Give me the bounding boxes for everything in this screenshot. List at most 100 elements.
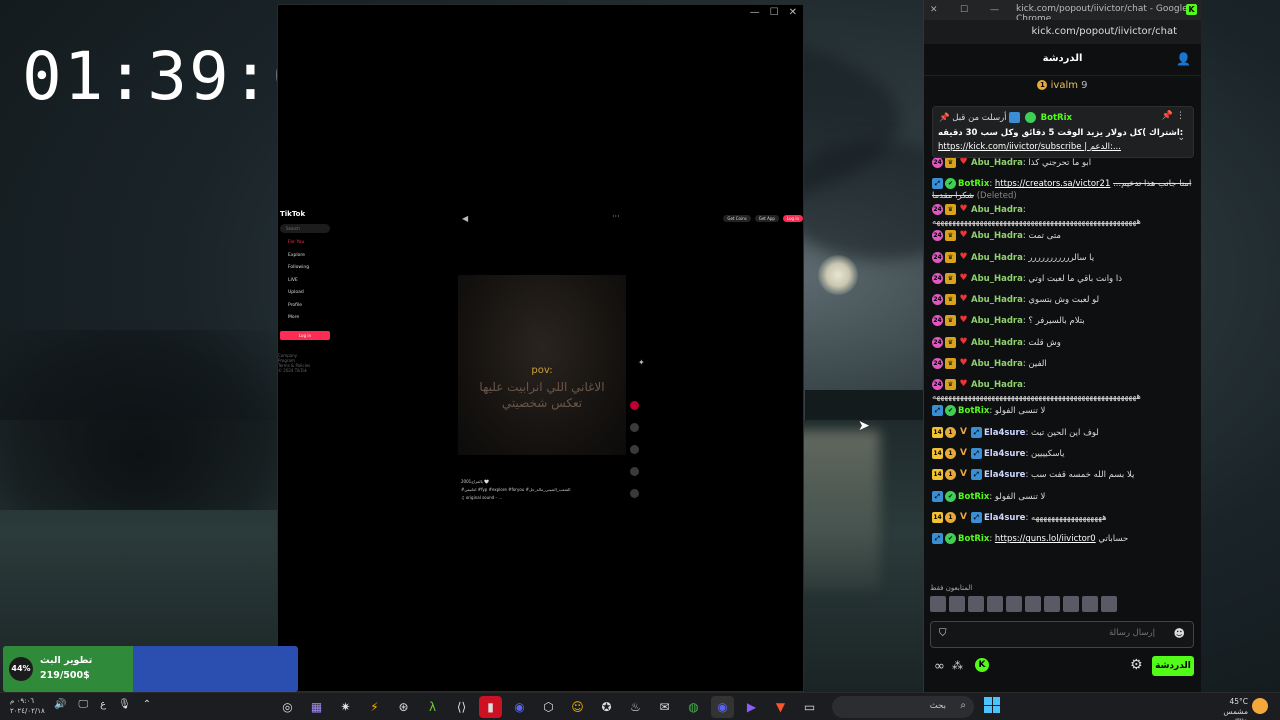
- orange-badge-icon[interactable]: 1: [945, 511, 956, 523]
- chat-username[interactable]: Abu_Hadra: [971, 380, 1023, 390]
- chat-link[interactable]: https://guns.lol/iivictor0: [995, 534, 1096, 544]
- chevron-up-icon[interactable]: ⌃: [143, 699, 151, 710]
- chat-message[interactable]: 24 ♛ ♥ Abu_Hadra: لو لعبت وش بتسوي: [932, 292, 1194, 313]
- chat-message[interactable]: ⤢ ✔ BotRix: https://creators.sa/victor21 ا…: [932, 176, 1194, 202]
- pinned-user[interactable]: BotRix: [1041, 113, 1072, 123]
- chat-username[interactable]: Abu_Hadra: [971, 338, 1023, 348]
- chat-message[interactable]: 14 1 V ⤢ Ela4sure: يلا بسم الله خمسه قفت سب: [932, 467, 1194, 488]
- cube-app-icon[interactable]: ⬡: [537, 696, 560, 718]
- green-badge-icon[interactable]: ✔: [945, 490, 956, 502]
- creator-avatar[interactable]: [630, 401, 639, 410]
- chrome-titlebar[interactable]: ✕ ☐ — kick.com/popout/iivictor/chat - Go…: [924, 0, 1201, 24]
- gold-badge-icon[interactable]: ♛: [945, 251, 956, 263]
- infinity-icon[interactable]: ∞: [934, 659, 945, 674]
- yellow-badge-icon[interactable]: 14: [932, 426, 943, 438]
- avatar[interactable]: [1025, 596, 1041, 612]
- gold-badge-icon[interactable]: ♛: [945, 358, 956, 370]
- caption-sound[interactable]: ♫ original sound - ...: [461, 495, 611, 503]
- red-badge-icon[interactable]: ♥: [958, 358, 969, 369]
- tiktok-video[interactable]: pov: الاغاني اللي انرابيت عليها تعكس شخص…: [458, 275, 626, 455]
- yellow-badge-icon[interactable]: 14: [932, 469, 943, 481]
- avatar[interactable]: [930, 596, 946, 612]
- taskbar-search[interactable]: بحث ⌕: [832, 696, 974, 718]
- users-icon[interactable]: 👤: [1176, 52, 1191, 66]
- avatar[interactable]: [987, 596, 1003, 612]
- chat-username[interactable]: BotRix: [958, 179, 989, 189]
- avatar[interactable]: [1063, 596, 1079, 612]
- chat-username[interactable]: Abu_Hadra: [971, 295, 1023, 305]
- kick-icon[interactable]: K: [975, 658, 989, 672]
- close-icon[interactable]: ✕: [789, 5, 797, 21]
- maximize-icon[interactable]: ☐: [960, 5, 990, 15]
- spider-app-icon[interactable]: ✷: [334, 696, 357, 718]
- pinned-message[interactable]: 📌 أرسلت من قبل BotRix 📌 ⋮ اشتراك )كل دول…: [932, 106, 1194, 158]
- blue-badge-icon[interactable]: ⤢: [932, 405, 943, 417]
- send-chat-button[interactable]: الدردشة: [1152, 656, 1194, 676]
- weather-widget[interactable]: 45°C مشمس غالبًا: [1208, 697, 1248, 720]
- gear-icon[interactable]: ⚙: [1130, 657, 1143, 673]
- tiktok-window[interactable]: — ☐ ✕ TikTok Search For You Explore Foll…: [277, 4, 804, 692]
- caption-tags[interactable]: #اغانيمن #fyp #explore #foryou #الشعب_ال…: [461, 487, 611, 495]
- gold-badge-icon[interactable]: ♛: [945, 204, 956, 216]
- microphone-icon[interactable]: 🎙: [118, 699, 131, 710]
- chat-message[interactable]: 24 ♛ ♥ Abu_Hadra: وش قلت: [932, 335, 1194, 356]
- red-badge-icon[interactable]: ♥: [958, 252, 969, 263]
- chat-message[interactable]: ⤢ ✔ BotRix: لا تنسى الفولو: [932, 489, 1194, 510]
- chat-username[interactable]: BotRix: [958, 406, 989, 416]
- v-badge-icon[interactable]: V: [958, 427, 969, 438]
- pink-badge-icon[interactable]: 24: [932, 294, 943, 306]
- chat-message-input[interactable]: [955, 628, 1155, 638]
- green-badge-icon[interactable]: ✔: [945, 178, 956, 190]
- chat-username[interactable]: Abu_Hadra: [971, 274, 1023, 284]
- pink-badge-icon[interactable]: 24: [932, 336, 943, 348]
- share-icon[interactable]: [630, 489, 639, 498]
- chat-message[interactable]: ⤢ ✔ BotRix: https://guns.lol/iivictor0 حسا…: [932, 531, 1194, 552]
- chat-message[interactable]: 24 ♛ ♥ Abu_Hadra: متى تمت: [932, 228, 1194, 249]
- red-badge-icon[interactable]: ♥: [958, 337, 969, 348]
- tiktok-search-input[interactable]: Search: [280, 224, 330, 233]
- chat-messages[interactable]: 24 ♛ ♥ Abu_Hadra: ابو ما تحرجني كذا ⤢ ✔ BotRix…: [932, 155, 1194, 552]
- files-icon[interactable]: ▭: [798, 696, 821, 718]
- close-icon[interactable]: ✕: [930, 5, 960, 15]
- green-badge-icon[interactable]: ✔: [945, 405, 956, 417]
- chat-message[interactable]: 24 ♛ ♥ Abu_Hadra: ههههههههههههههههههههههههه…: [932, 377, 1194, 403]
- network-icon[interactable]: 🖵: [78, 699, 88, 710]
- chat-username[interactable]: Ela4sure: [984, 428, 1025, 438]
- pink-badge-icon[interactable]: 24: [932, 251, 943, 263]
- pink-badge-icon[interactable]: 24: [932, 315, 943, 327]
- get-coins-button[interactable]: Get Coins: [723, 215, 751, 222]
- gold-badge-icon[interactable]: ♛: [945, 230, 956, 242]
- lambda-app-icon[interactable]: λ: [421, 696, 444, 718]
- tiktok-logo[interactable]: TikTok: [280, 210, 305, 218]
- gold-badge-icon[interactable]: ♛: [945, 315, 956, 327]
- blue-badge-icon[interactable]: ⤢: [971, 511, 982, 523]
- chat-message[interactable]: 24 ♛ ♥ Abu_Hadra: يا سالررررررررررر: [932, 250, 1194, 271]
- orange-badge-icon[interactable]: 1: [945, 426, 956, 438]
- red-badge-icon[interactable]: ♥: [958, 379, 969, 390]
- tiktok-nav-profile[interactable]: Profile: [280, 303, 340, 316]
- yellow-badge-icon[interactable]: 14: [932, 511, 943, 523]
- chrome-url[interactable]: kick.com/popout/iivictor/chat: [1032, 26, 1177, 37]
- blue-badge-icon[interactable]: ⤢: [971, 469, 982, 481]
- chevron-down-icon[interactable]: ⌄: [1177, 133, 1185, 143]
- discord-icon[interactable]: ◉: [508, 696, 531, 718]
- v-badge-icon[interactable]: V: [958, 512, 969, 523]
- blue-badge-icon[interactable]: ⤢: [932, 490, 943, 502]
- avatar[interactable]: [968, 596, 984, 612]
- chat-username[interactable]: BotRix: [958, 534, 989, 544]
- more-options-icon[interactable]: ···: [612, 212, 620, 221]
- orange-badge-icon[interactable]: 1: [945, 469, 956, 481]
- red-app-icon[interactable]: ▮: [479, 696, 502, 718]
- bolt-app-icon[interactable]: ⚡: [363, 696, 386, 718]
- tiktok-top-login-button[interactable]: Log in: [782, 215, 803, 222]
- gift-leaderboard[interactable]: 1 ivalm 9: [924, 76, 1201, 96]
- red-badge-icon[interactable]: ♥: [958, 273, 969, 284]
- apps-grid-icon[interactable]: ▦: [305, 696, 328, 718]
- red-badge-icon[interactable]: ♥: [958, 230, 969, 241]
- chat-message[interactable]: 14 1 V ⤢ Ela4sure: ههههههههههههههههههه: [932, 510, 1194, 531]
- red-badge-icon[interactable]: ♥: [958, 315, 969, 326]
- tiktok-login-button[interactable]: Log in: [280, 331, 330, 340]
- steering-app-icon[interactable]: ⊛: [392, 696, 415, 718]
- yellow-badge-icon[interactable]: 14: [932, 447, 943, 459]
- pink-badge-icon[interactable]: 24: [932, 157, 943, 168]
